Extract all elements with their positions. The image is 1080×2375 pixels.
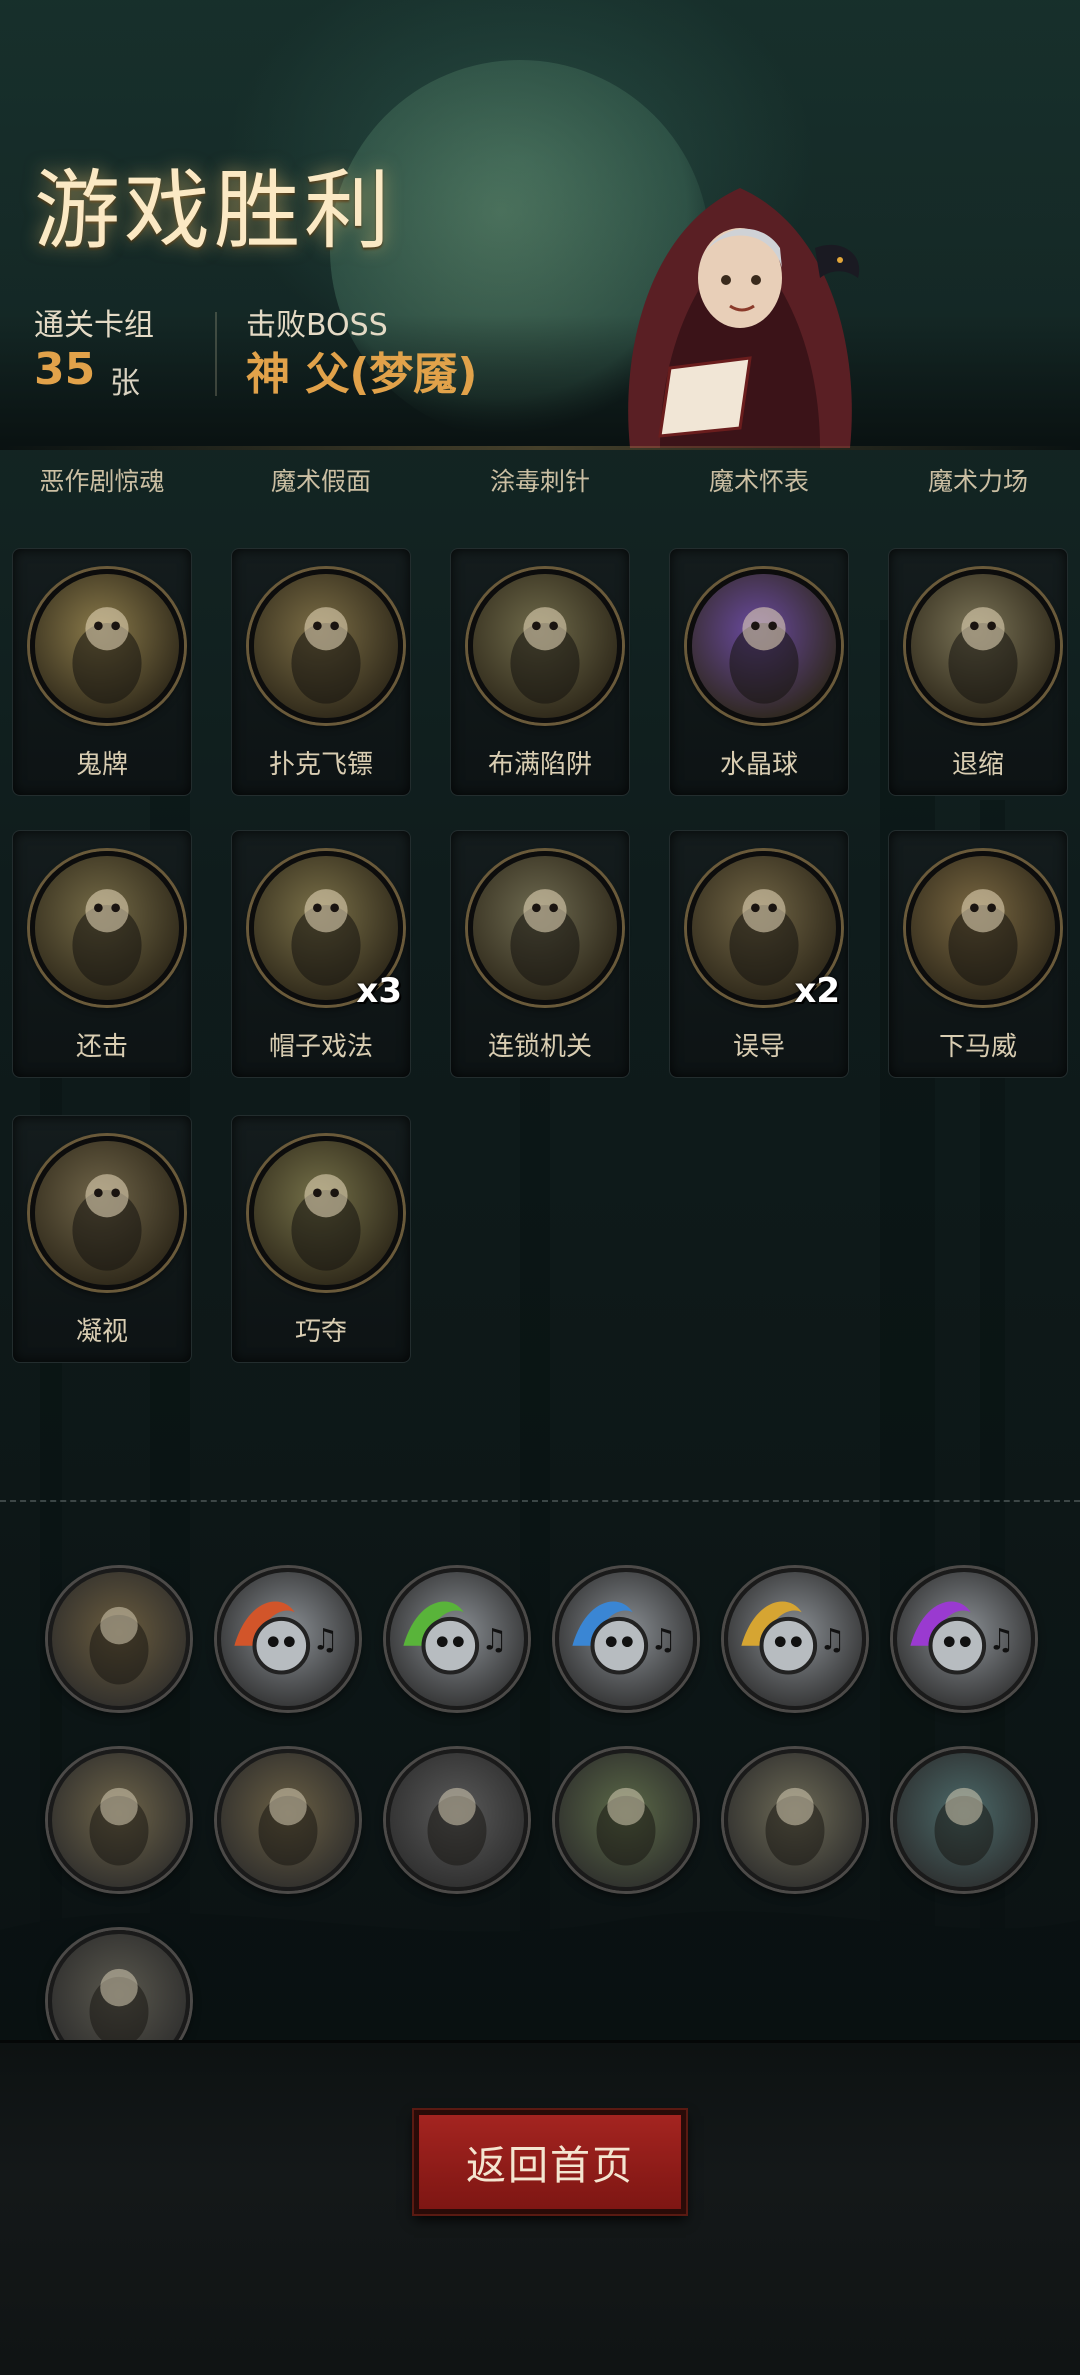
intimidate-icon	[906, 851, 1060, 1005]
card-label: 魔术假面	[270, 467, 371, 496]
card-label: 涂毒刺针	[489, 467, 590, 496]
svg-text:♫: ♫	[819, 1623, 845, 1657]
card-label: 魔术怀表	[708, 467, 809, 496]
boss-name: 神 父(梦魇)	[246, 349, 478, 400]
victory-title: 游戏胜利	[34, 161, 394, 261]
card-name: 下马威	[938, 1032, 1017, 1062]
deck-card[interactable]: 连锁机关	[450, 830, 630, 1078]
music-skull-gold-relic-icon[interactable]: ♫	[724, 1568, 866, 1710]
spike-trap-icon	[468, 569, 622, 723]
card-name: 凝视	[75, 1317, 128, 1347]
card-name: 扑克飞镖	[268, 750, 373, 780]
ghoul-relic-icon[interactable]	[555, 1749, 697, 1891]
card-name: 误导	[732, 1032, 785, 1062]
retreat-icon	[906, 569, 1060, 723]
owl-gaze-icon	[30, 1136, 184, 1290]
svg-text:♫: ♫	[988, 1623, 1014, 1657]
hooded-hero-portrait	[628, 188, 860, 448]
magician-relic-icon[interactable]	[724, 1749, 866, 1891]
deck-unit: 张	[110, 366, 140, 401]
card-count-badge: x3	[356, 971, 402, 1011]
card-name: 帽子戏法	[268, 1032, 373, 1062]
counter-attack-icon	[30, 851, 184, 1005]
skull-card-relic-icon[interactable]	[48, 1568, 190, 1710]
music-skull-blue-relic-icon[interactable]: ♫	[555, 1568, 697, 1710]
section-divider	[0, 1500, 1080, 1502]
card-name: 布满陷阱	[487, 750, 592, 780]
deck-count: 35	[34, 344, 96, 395]
card-label: 魔术力场	[927, 467, 1028, 496]
mystery-box-relic-icon[interactable]	[386, 1749, 528, 1891]
card-name: 还击	[75, 1032, 128, 1062]
deck-card[interactable]: 帽子戏法 x3	[231, 830, 411, 1078]
svg-text:♫: ♫	[312, 1623, 338, 1657]
deck-card[interactable]: 退缩	[888, 548, 1068, 796]
hooded-figure-relic-icon[interactable]	[893, 1749, 1035, 1891]
deck-card[interactable]: 布满陷阱	[450, 548, 630, 796]
performers-relic-icon[interactable]	[48, 1749, 190, 1891]
chain-mechanism-icon	[468, 851, 622, 1005]
card-label: 恶作剧惊魂	[39, 467, 165, 496]
music-skull-red-relic-icon[interactable]: ♫	[217, 1568, 359, 1710]
svg-text:♫: ♫	[650, 1623, 676, 1657]
deck-card[interactable]: 鬼牌	[12, 548, 192, 796]
deck-card[interactable]: 扑克飞镖	[231, 548, 411, 796]
card-name: 鬼牌	[75, 750, 128, 780]
card-name: 巧夺	[294, 1317, 347, 1347]
card-count-badge: x2	[794, 971, 840, 1011]
svg-text:♫: ♫	[481, 1623, 507, 1657]
deck-card[interactable]: 巧夺	[231, 1115, 411, 1363]
card-name: 连锁机关	[487, 1032, 592, 1062]
deck-card[interactable]: 误导 x2	[669, 830, 849, 1078]
deck-card[interactable]: 水晶球	[669, 548, 849, 796]
deck-card[interactable]: 下马威	[888, 830, 1068, 1078]
music-skull-green-relic-icon[interactable]: ♫	[386, 1568, 528, 1710]
claw-hand-relic-icon[interactable]	[217, 1749, 359, 1891]
crystal-ball-icon	[687, 569, 841, 723]
deck-label: 通关卡组	[34, 308, 154, 343]
stat-divider	[215, 312, 217, 396]
header-divider	[0, 446, 1080, 450]
result-header: 游戏胜利 通关卡组 35 张 击败BOSS 神 父(梦魇)	[0, 0, 1080, 450]
card-name: 退缩	[951, 750, 1004, 780]
deck-card[interactable]: 还击	[12, 830, 192, 1078]
partial-card-row: 恶作剧惊魂 魔术假面 涂毒刺针 魔术怀表 魔术力场	[0, 462, 1080, 502]
joker-skull-icon	[30, 569, 184, 723]
card-dart-icon	[249, 569, 403, 723]
deck-card[interactable]: 凝视	[12, 1115, 192, 1363]
music-skull-purple-relic-icon[interactable]: ♫	[893, 1568, 1035, 1710]
return-home-button[interactable]: 返回首页	[414, 2110, 686, 2214]
card-name: 水晶球	[719, 750, 798, 780]
steal-icon	[249, 1136, 403, 1290]
